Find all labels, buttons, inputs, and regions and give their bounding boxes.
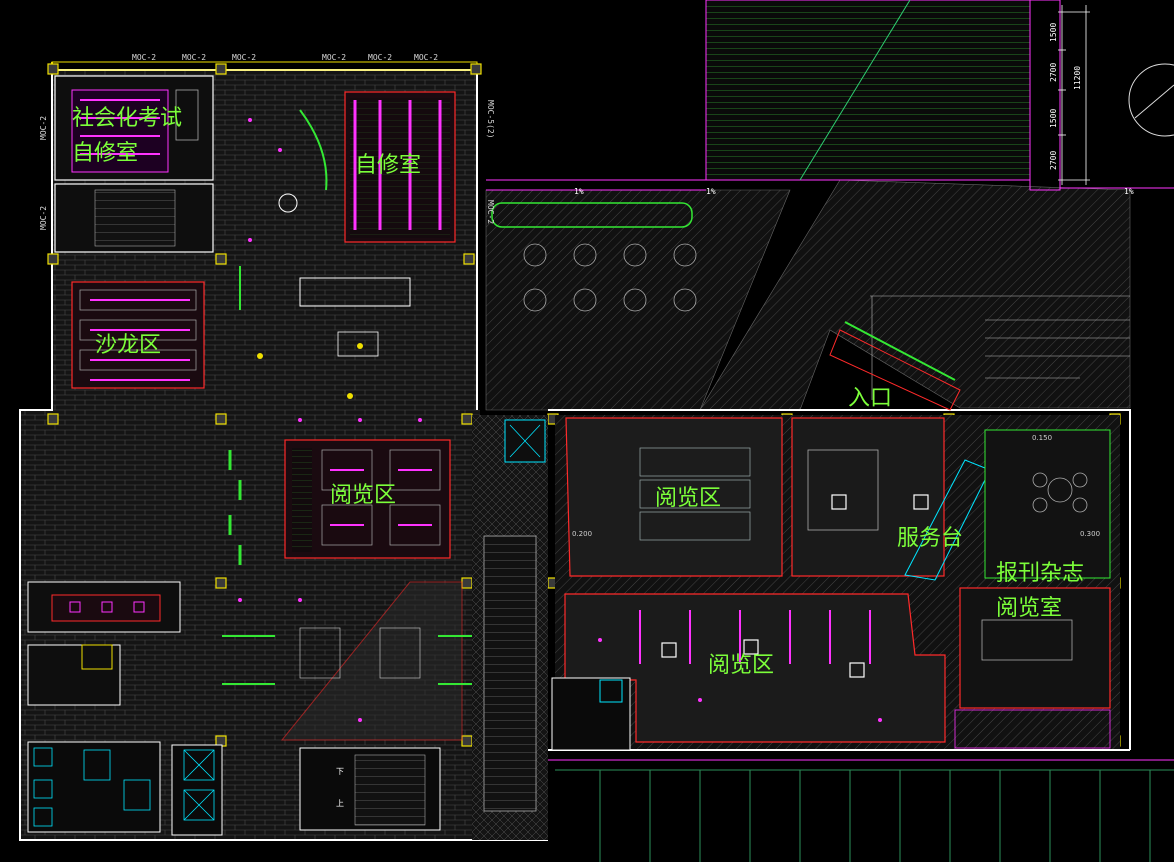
window-tag: MOC-5(2) (486, 100, 495, 139)
level-mark: 0.300 (1080, 530, 1100, 538)
zone-label: 报刊杂志 (996, 561, 1084, 586)
exterior-grid (555, 769, 1174, 862)
stair-down-label: 下 (336, 767, 344, 776)
window-tag: MOC-2 (132, 53, 156, 62)
slope-mark: 1% (574, 187, 584, 196)
floor-plan-drawing: 1500 2700 1500 2700 11200 1% 1% 1% MOC-2… (19, 0, 1174, 862)
dim-total: 11200 (1073, 66, 1082, 90)
zone-label: 服务台 (897, 526, 963, 551)
external-structure (705, 0, 1031, 181)
level-mark: 0.200 (572, 530, 592, 538)
window-tag: MOC-2 (39, 206, 48, 230)
window-tag: MOC-2 (182, 53, 206, 62)
service-area (791, 417, 945, 577)
window-tag: MOC-2 (368, 53, 392, 62)
north-arrow-icon (1128, 63, 1174, 137)
dim-label: 2700 (1049, 151, 1058, 170)
periodicals-lounge (984, 429, 1111, 579)
dim-label: 1500 (1049, 109, 1058, 128)
zone-label: 阅览室 (996, 596, 1062, 621)
window-tag: MOC-2 (39, 116, 48, 140)
zone-label: 沙龙区 (95, 333, 161, 358)
level-mark: 0.150 (1032, 434, 1052, 442)
stair-up-label: 上 (336, 799, 344, 808)
zone-label: 阅览区 (330, 483, 396, 508)
window-tag: MOC-2 (232, 53, 256, 62)
restroom (27, 741, 161, 833)
dimension-chain: 1500 2700 1500 2700 11200 (1049, 5, 1090, 185)
slope-mark: 1% (1124, 187, 1134, 196)
window-tag: MOC-2 (414, 53, 438, 62)
escalator (483, 535, 537, 812)
window-tag: MOC-2 (486, 200, 495, 224)
zone-label: 自修室 (355, 153, 421, 178)
slope-mark: 1% (706, 187, 716, 196)
dim-label: 2700 (1049, 63, 1058, 82)
window-tag: MOC-2 (322, 53, 346, 62)
zone-label: 自修室 (72, 141, 138, 166)
zone-label: 阅览区 (655, 486, 721, 511)
zone-label: 阅览区 (708, 653, 774, 678)
zone-label: 社会化考试 (72, 106, 182, 131)
zone-label: 入口 (848, 386, 892, 411)
dim-label: 1500 (1049, 23, 1058, 42)
